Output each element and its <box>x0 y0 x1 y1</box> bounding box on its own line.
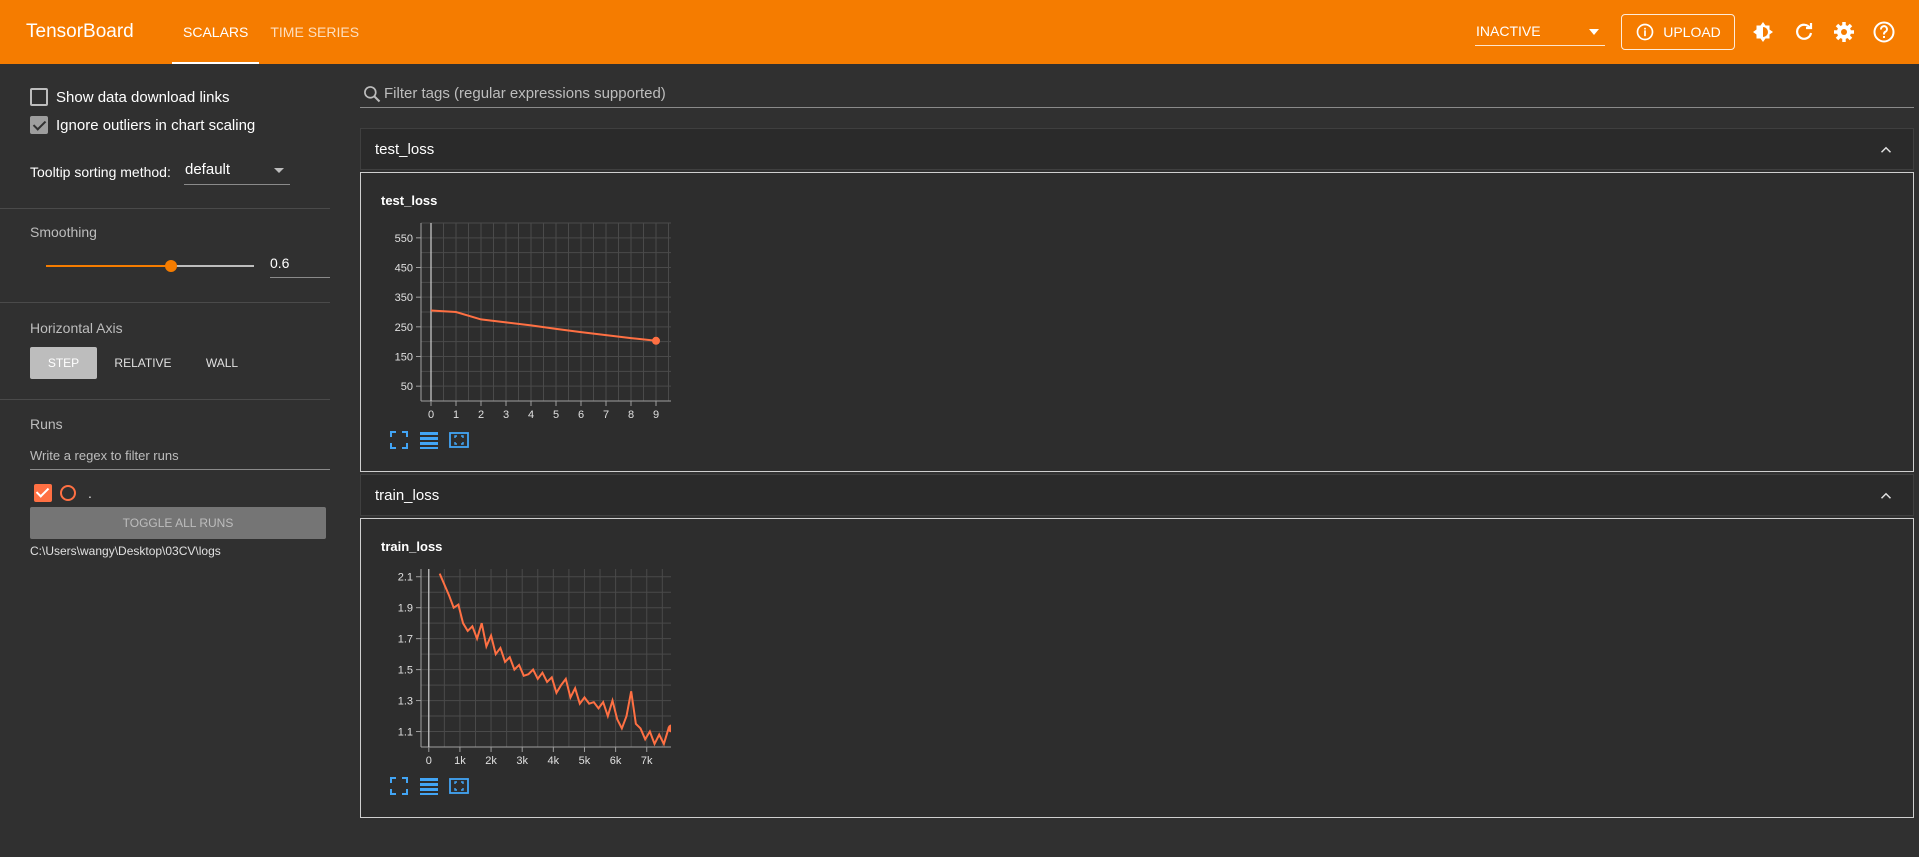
tooltip-sort-select[interactable]: default <box>184 155 290 185</box>
y-tick-label: 450 <box>395 263 413 275</box>
x-tick-label: 5k <box>579 755 591 767</box>
group-title: train_loss <box>375 486 440 504</box>
runs-label: Runs <box>30 416 63 432</box>
status-select-value: INACTIVE <box>1476 22 1541 39</box>
group-header-test-loss[interactable]: test_loss <box>360 128 1914 170</box>
y-tick-label: 550 <box>395 233 413 245</box>
chevron-up-icon[interactable] <box>1877 141 1895 159</box>
series-last-point <box>652 336 660 345</box>
x-tick-label: 7 <box>603 409 609 421</box>
help-icon[interactable] <box>1872 20 1896 44</box>
x-tick-label: 1k <box>454 755 466 767</box>
refresh-icon[interactable] <box>1792 20 1816 44</box>
sidebar: Show data download links Ignore outliers… <box>0 64 330 857</box>
x-tick-label: 4k <box>548 755 560 767</box>
smoothing-slider-thumb[interactable] <box>164 260 177 272</box>
tooltip-sort-value: default <box>185 161 231 178</box>
tab-time-series[interactable]: TIME SERIES <box>259 0 370 64</box>
theme-icon[interactable] <box>1751 20 1775 44</box>
top-app-bar: TensorBoard SCALARS TIME SERIES INACTIVE… <box>0 0 1919 64</box>
scalar-card-train-loss: train_loss 1.1 1.3 1.5 1.7 1.9 2.1 0 1k 2k 3k 4k 5k… <box>360 518 1914 818</box>
tooltip-sort-label: Tooltip sorting method: <box>30 164 171 180</box>
x-tick-label: 4 <box>528 409 534 421</box>
fit-domain-icon[interactable] <box>449 776 469 796</box>
x-tick-label: 1 <box>453 409 459 421</box>
horizontal-axis-label: Horizontal Axis <box>30 320 123 336</box>
log-directory: C:\Users\wangy\Desktop\03CV\logs <box>30 544 221 558</box>
x-tick-label: 0 <box>428 409 434 421</box>
brand-title: TensorBoard <box>26 21 134 42</box>
card-title: test_loss <box>381 193 438 208</box>
y-tick-label: 150 <box>395 352 413 364</box>
chevron-up-icon[interactable] <box>1877 487 1895 505</box>
runs-filter-input[interactable]: Write a regex to filter runs <box>30 442 330 470</box>
smoothing-value-input[interactable]: 0.6 <box>270 248 330 278</box>
run-color-circle[interactable] <box>60 485 76 501</box>
divider <box>0 208 330 209</box>
fit-domain-icon[interactable] <box>449 430 469 450</box>
tag-filter-placeholder: Filter tags (regular expressions support… <box>384 85 666 102</box>
x-tick-label: 7k <box>641 755 653 767</box>
scalar-card-test-loss: test_loss 50 150 250 350 450 550 0 1 2 3 4 5 6 7 8 9 <box>360 172 1914 472</box>
chart-test-loss[interactable]: 50 150 250 350 450 550 0 1 2 3 4 5 6 7 8 9 <box>371 213 671 423</box>
tag-filter-input[interactable]: Filter tags (regular expressions support… <box>360 80 1914 108</box>
run-item[interactable]: . <box>34 484 92 502</box>
y-tick-label: 2.1 <box>398 572 413 584</box>
y-tick-label: 250 <box>395 322 413 334</box>
checkbox-unchecked[interactable] <box>30 88 48 106</box>
smoothing-label: Smoothing <box>30 224 97 240</box>
divider <box>0 399 330 400</box>
ignore-outliers-checkbox[interactable]: Ignore outliers in chart scaling <box>30 116 255 134</box>
ignore-outliers-label: Ignore outliers in chart scaling <box>56 116 256 134</box>
toggle-all-runs-button[interactable]: TOGGLE ALL RUNS <box>30 507 326 539</box>
x-tick-label: 0 <box>426 755 432 767</box>
tab-scalars[interactable]: SCALARS <box>172 0 260 64</box>
chevron-down-icon <box>274 168 284 173</box>
x-tick-label: 8 <box>628 409 634 421</box>
x-tick-label: 2k <box>485 755 497 767</box>
data-table-icon[interactable] <box>419 430 439 450</box>
group-header-train-loss[interactable]: train_loss <box>360 474 1914 516</box>
show-download-links-checkbox[interactable]: Show data download links <box>30 88 229 106</box>
divider <box>0 302 330 303</box>
smoothing-slider[interactable] <box>46 260 254 272</box>
x-tick-label: 2 <box>478 409 484 421</box>
y-tick-label: 1.7 <box>398 634 413 646</box>
y-tick-label: 1.3 <box>398 696 413 708</box>
series-raw-line <box>439 573 671 746</box>
x-tick-label: 6 <box>578 409 584 421</box>
upload-button[interactable]: UPLOAD <box>1621 14 1735 50</box>
status-select[interactable]: INACTIVE <box>1475 16 1605 46</box>
y-tick-label: 350 <box>395 292 413 304</box>
checkbox-checked[interactable] <box>30 116 48 134</box>
smoothing-slider-fill <box>46 265 171 267</box>
card-title: train_loss <box>381 539 443 554</box>
axis-wall-button[interactable]: WALL <box>190 347 254 379</box>
x-tick-label: 5 <box>553 409 559 421</box>
search-icon <box>364 86 381 103</box>
show-download-links-label: Show data download links <box>56 88 230 106</box>
run-name: . <box>88 485 92 501</box>
chart-train-loss[interactable]: 1.1 1.3 1.5 1.7 1.9 2.1 0 1k 2k 3k 4k 5k 6k 7k <box>371 559 671 769</box>
fullscreen-icon[interactable] <box>389 776 409 796</box>
axis-relative-button[interactable]: RELATIVE <box>103 347 183 379</box>
settings-icon[interactable] <box>1832 20 1856 44</box>
run-checkbox[interactable] <box>34 484 52 502</box>
chevron-down-icon <box>1589 29 1599 35</box>
x-tick-label: 3k <box>516 755 528 767</box>
axis-step-button[interactable]: STEP <box>30 347 97 379</box>
series-line <box>438 573 671 747</box>
y-tick-label: 1.5 <box>398 665 413 677</box>
fullscreen-icon[interactable] <box>389 430 409 450</box>
x-tick-label: 9 <box>653 409 659 421</box>
y-tick-label: 1.1 <box>398 727 413 739</box>
x-tick-label: 3 <box>503 409 509 421</box>
info-icon <box>1636 23 1654 41</box>
x-tick-label: 6k <box>610 755 622 767</box>
upload-label: UPLOAD <box>1663 24 1721 40</box>
data-table-icon[interactable] <box>419 776 439 796</box>
y-tick-label: 50 <box>401 381 413 393</box>
y-tick-label: 1.9 <box>398 603 413 615</box>
group-title: test_loss <box>375 140 435 158</box>
